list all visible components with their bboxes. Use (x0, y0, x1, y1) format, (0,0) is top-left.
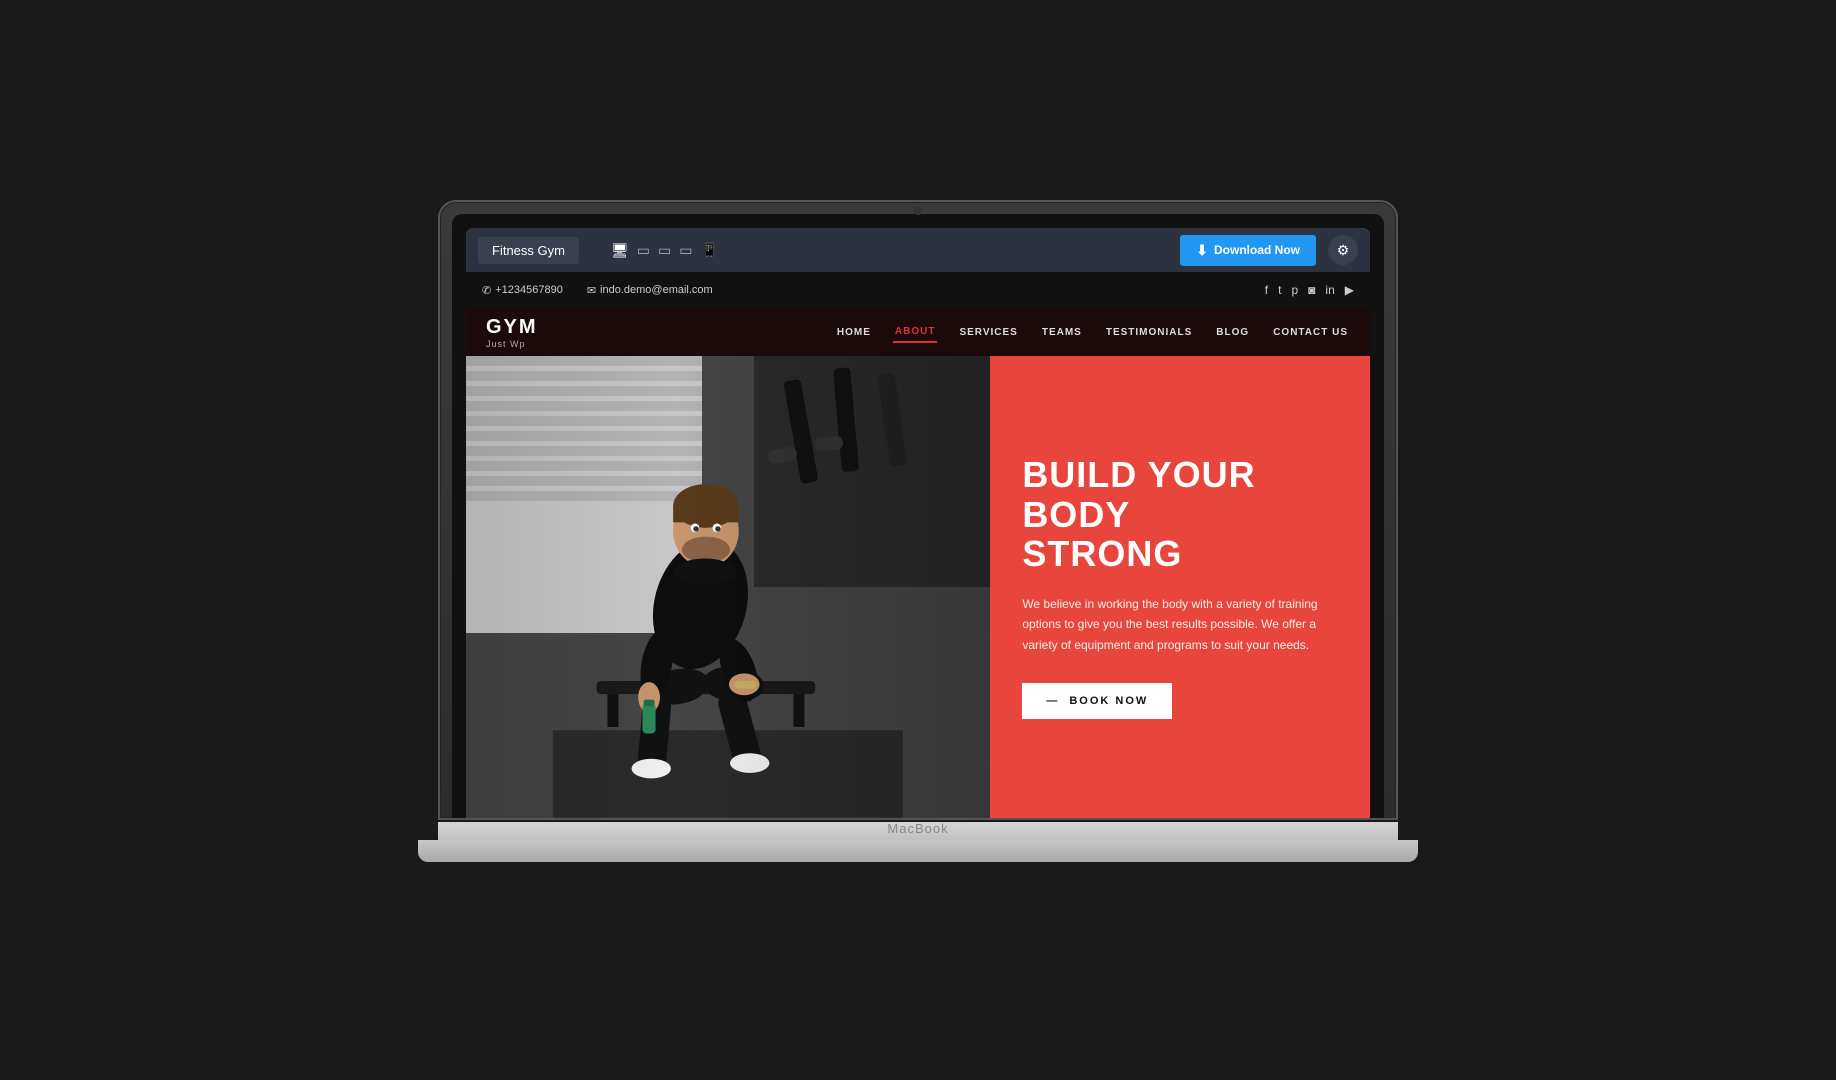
nav-services[interactable]: SERVICES (957, 323, 1019, 342)
email-contact: ✉ indo.demo@email.com (587, 284, 713, 297)
mobile-icon[interactable]: 📱 (700, 242, 717, 259)
image-overlay (466, 356, 990, 818)
macbook-screen-bezel: Fitness Gym 🖥 ▭ ▭ ▭ 📱 ⬇ Download Now ⚙ (452, 214, 1384, 818)
logo-name: GYM (486, 316, 538, 339)
nav-links: HOME ABOUT SERVICES TEAMS TESTIMONIALS B… (835, 322, 1350, 343)
tablet-small-icon[interactable]: ▭ (679, 242, 692, 259)
logo-sub: Just Wp (486, 339, 538, 349)
nav-teams[interactable]: TEAMS (1040, 323, 1084, 342)
device-icons: 🖥 ▭ ▭ ▭ 📱 (591, 242, 1168, 259)
book-now-button[interactable]: — BOOK NOW (1022, 683, 1172, 719)
book-label: BOOK NOW (1069, 695, 1148, 707)
nav-testimonials[interactable]: TESTIMONIALS (1104, 323, 1194, 342)
youtube-icon[interactable]: ▶ (1345, 283, 1354, 297)
macbook-lid: Fitness Gym 🖥 ▭ ▭ ▭ 📱 ⬇ Download Now ⚙ (438, 200, 1398, 820)
nav-home[interactable]: HOME (835, 323, 873, 342)
facebook-icon[interactable]: f (1265, 283, 1268, 297)
screen: Fitness Gym 🖥 ▭ ▭ ▭ 📱 ⬇ Download Now ⚙ (466, 228, 1370, 818)
hero-content: BUILD YOUR BODY STRONG We believe in wor… (990, 356, 1370, 818)
toolbar-title: Fitness Gym (478, 237, 579, 264)
instagram-icon[interactable]: ◙ (1308, 283, 1315, 297)
book-arrow: — (1046, 695, 1059, 707)
pinterest-icon[interactable]: p (1291, 283, 1298, 297)
gear-icon: ⚙ (1337, 242, 1350, 259)
macbook-camera (914, 207, 922, 215)
toolbar: Fitness Gym 🖥 ▭ ▭ ▭ 📱 ⬇ Download Now ⚙ (466, 228, 1370, 272)
macbook-label: MacBook (887, 821, 948, 836)
social-icons: f t p ◙ in ▶ (1265, 283, 1354, 297)
desktop-icon[interactable]: 🖥 (611, 242, 629, 259)
nav-blog[interactable]: BLOG (1214, 323, 1251, 342)
twitter-icon[interactable]: t (1278, 283, 1281, 297)
linkedin-icon[interactable]: in (1325, 283, 1334, 297)
hero-title: BUILD YOUR BODY STRONG (1022, 455, 1338, 574)
download-button[interactable]: ⬇ Download Now (1180, 235, 1316, 266)
download-icon: ⬇ (1196, 242, 1208, 259)
hero-image (466, 356, 990, 818)
logo-area: GYM Just Wp (486, 316, 538, 349)
phone-contact: ✆ +1234567890 (482, 284, 563, 297)
nav-about[interactable]: ABOUT (893, 322, 938, 343)
download-label: Download Now (1214, 243, 1300, 257)
hero-description: We believe in working the body with a va… (1022, 594, 1338, 655)
phone-number: +1234567890 (495, 284, 563, 296)
scene: Fitness Gym 🖥 ▭ ▭ ▭ 📱 ⬇ Download Now ⚙ (418, 200, 1418, 880)
contact-bar: ✆ +1234567890 ✉ indo.demo@email.com f t … (466, 272, 1370, 308)
phone-icon: ✆ (482, 284, 491, 297)
navbar: GYM Just Wp HOME ABOUT SERVICES TEAMS TE… (466, 308, 1370, 356)
macbook-base-bottom: MacBook (418, 840, 1418, 862)
tablet-landscape-icon[interactable]: ▭ (637, 242, 650, 259)
email-icon: ✉ (587, 284, 596, 297)
email-address: indo.demo@email.com (600, 284, 713, 296)
gear-button[interactable]: ⚙ (1328, 235, 1358, 265)
tablet-icon[interactable]: ▭ (658, 242, 671, 259)
nav-contact[interactable]: CONTACT US (1271, 323, 1350, 342)
hero-section: BUILD YOUR BODY STRONG We believe in wor… (466, 356, 1370, 818)
